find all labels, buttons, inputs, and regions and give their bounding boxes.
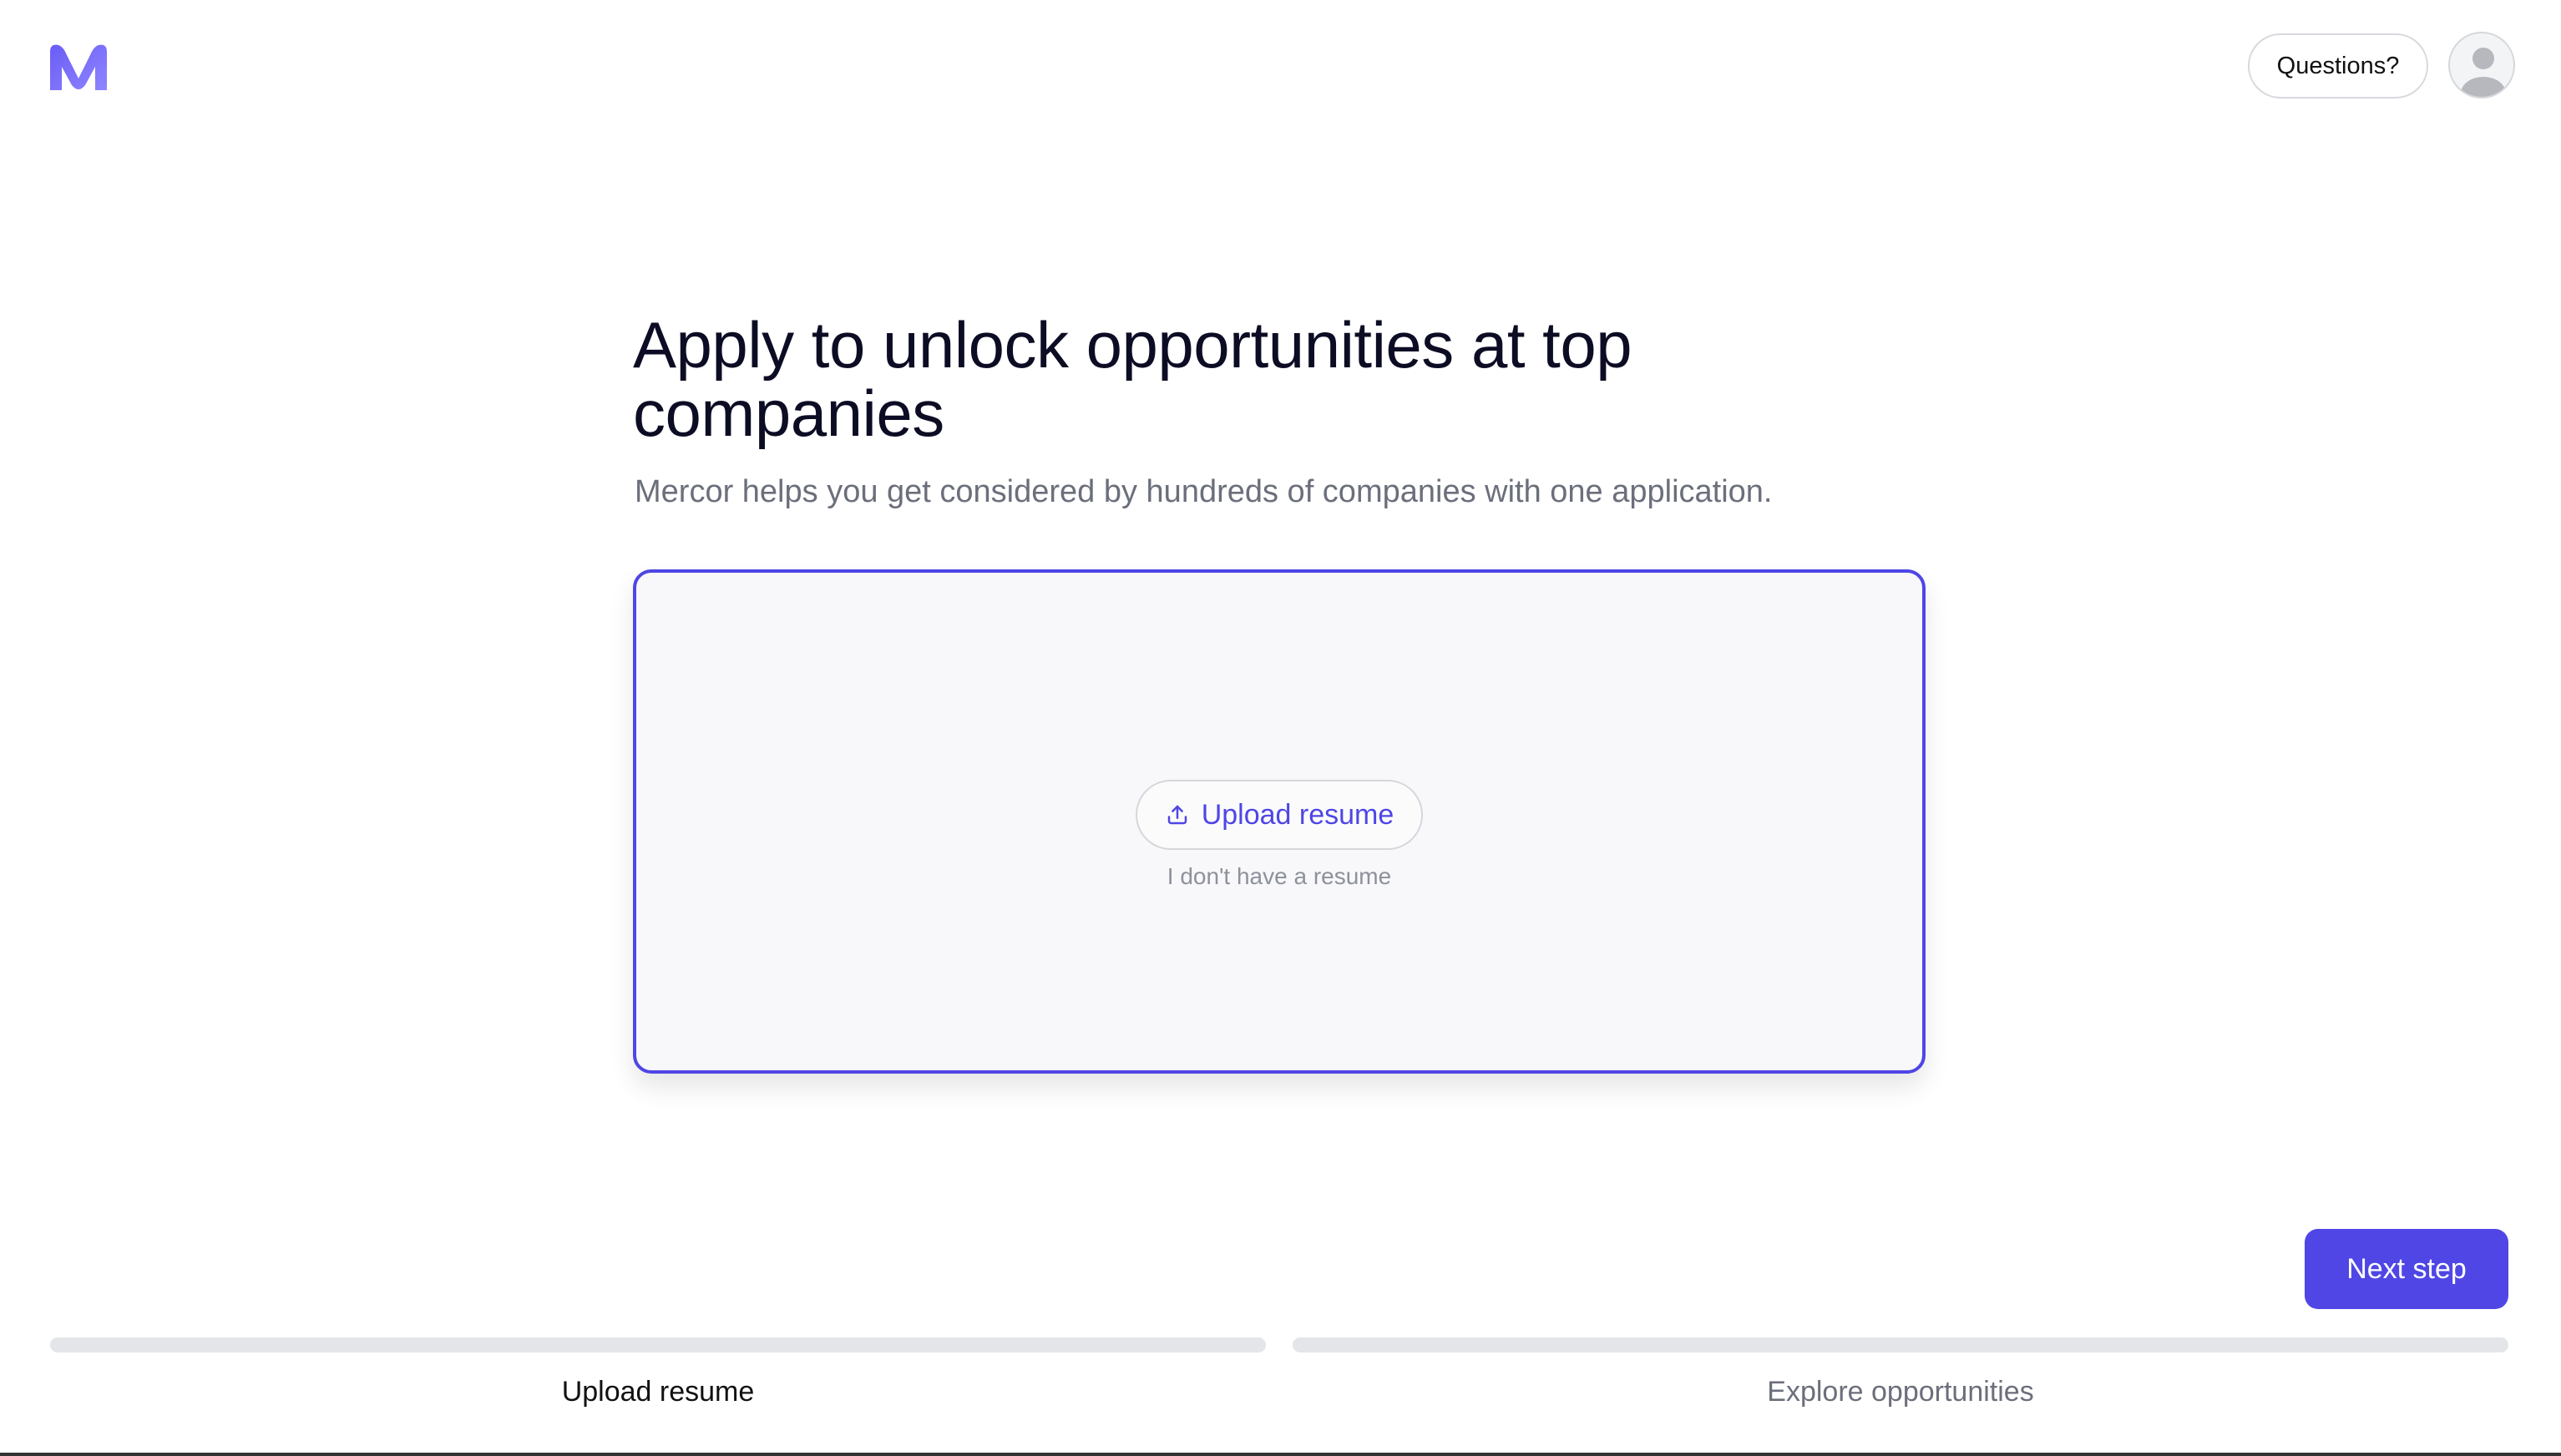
window-bottom-border (0, 1453, 2561, 1456)
questions-button[interactable]: Questions? (2248, 33, 2428, 99)
no-resume-link[interactable]: I don't have a resume (1136, 863, 1423, 890)
progress-bar-upload-resume (50, 1337, 1266, 1352)
upload-resume-label: Upload resume (1201, 798, 1394, 831)
user-avatar-icon[interactable] (2448, 32, 2515, 99)
step-label-explore-opportunities: Explore opportunities (1767, 1376, 2034, 1408)
mercor-logo-icon[interactable] (47, 40, 110, 94)
application-page: Questions? Apply to unlock opportunities… (0, 0, 2561, 1456)
page-title: Apply to unlock opportunities at top com… (633, 308, 1632, 450)
upload-icon (1165, 802, 1190, 827)
upload-resume-button[interactable]: Upload resume (1136, 780, 1423, 850)
next-step-button[interactable]: Next step (2305, 1229, 2508, 1309)
progress-bar-explore-opportunities (1293, 1337, 2508, 1352)
page-subtitle: Mercor helps you get considered by hundr… (635, 474, 1773, 509)
step-label-upload-resume: Upload resume (561, 1376, 755, 1408)
